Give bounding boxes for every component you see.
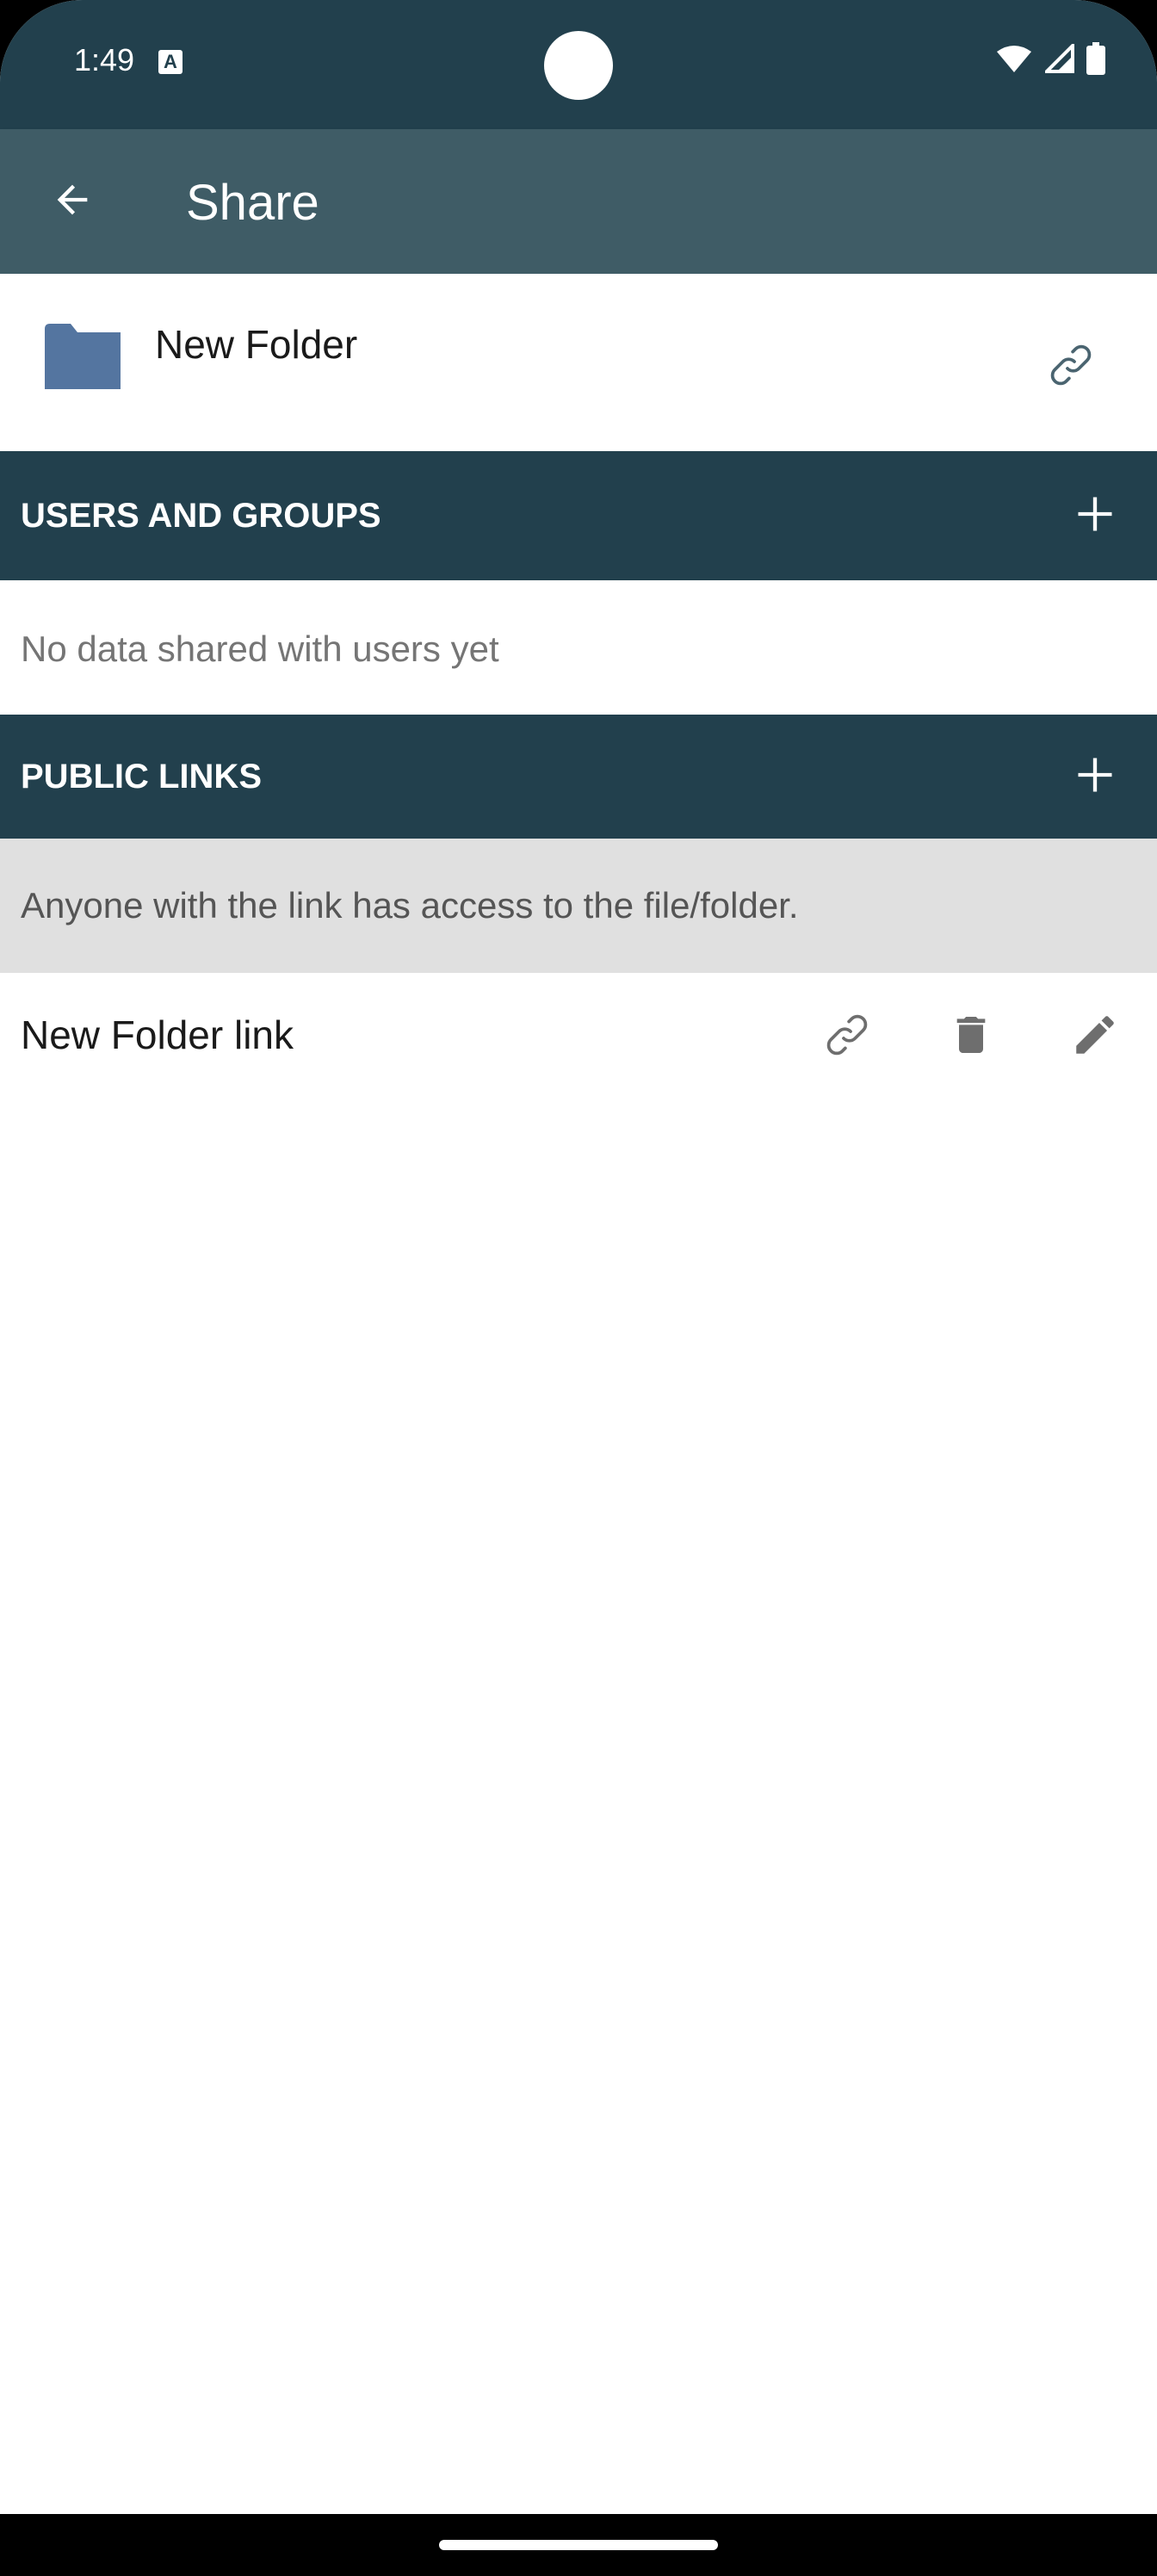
trash-icon [947, 1011, 995, 1063]
add-user-button[interactable] [1054, 474, 1136, 557]
users-groups-title: USERS AND GROUPS [21, 497, 381, 535]
pencil-icon [1070, 1010, 1120, 1064]
plus-icon [1073, 492, 1117, 541]
status-bar: 1:49 A [0, 0, 1157, 129]
add-public-link-button[interactable] [1054, 735, 1136, 818]
home-gesture-handle[interactable] [439, 2540, 718, 2550]
copy-link-button[interactable] [809, 999, 885, 1074]
wifi-icon [995, 43, 1033, 78]
status-time: 1:49 [74, 42, 135, 77]
a-letter-icon: A [158, 50, 183, 74]
toolbar [0, 129, 1157, 274]
camera-cutout [544, 31, 613, 100]
back-button[interactable] [38, 167, 107, 236]
public-links-title: PUBLIC LINKS [21, 758, 262, 796]
plus-icon [1073, 752, 1117, 802]
public-links-header: PUBLIC LINKS [0, 715, 1157, 839]
link-name: New Folder link [21, 1012, 294, 1057]
file-name: New Folder [155, 322, 358, 367]
notice-text: Anyone with the link has access to the f… [21, 885, 799, 926]
status-icons [995, 40, 1105, 79]
link-icon [820, 1007, 875, 1067]
public-link-notice: Anyone with the link has access to the f… [0, 839, 1157, 973]
arrow-back-icon [50, 177, 95, 226]
link-icon [1043, 337, 1098, 397]
users-empty-text: No data shared with users yet [21, 629, 499, 669]
delete-link-button[interactable] [933, 999, 1009, 1074]
edit-link-button[interactable] [1057, 999, 1133, 1074]
copy-link-button[interactable] [1033, 329, 1109, 405]
list-item[interactable]: New Folder link [0, 973, 1157, 1100]
battery-icon [1086, 41, 1105, 79]
users-groups-header: USERS AND GROUPS [0, 451, 1157, 580]
page-title: Share [186, 175, 319, 231]
signal-icon [1043, 40, 1074, 77]
share-screen: 1:49 A Share New Folder USERS AND GROUPS… [0, 0, 1157, 2576]
folder-icon [45, 324, 121, 389]
